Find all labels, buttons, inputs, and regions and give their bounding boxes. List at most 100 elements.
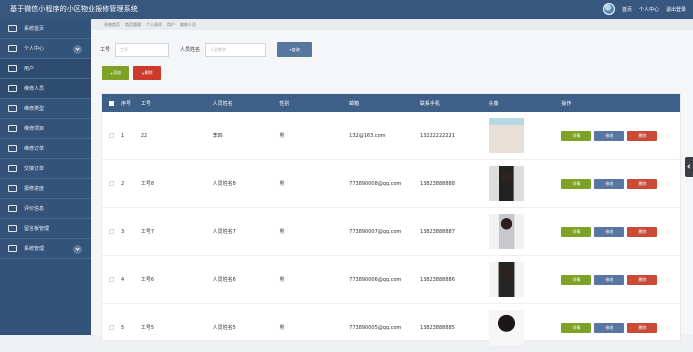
gender: 男 <box>279 133 285 139</box>
main-content: 系统首页 首页管理 个人选项 用户 维修人员 工号 工号 人员姓名 人员姓名 ⌕… <box>91 19 693 352</box>
settings-icon <box>8 245 17 252</box>
top-header: 基于微信小程序的小区物业报修管理系统 首页 个人中心 退出登录 <box>0 0 693 19</box>
staff-name: 人员姓名6 <box>212 277 236 283</box>
row-checkbox[interactable] <box>108 181 114 186</box>
chevron-down-icon <box>73 245 82 254</box>
sidebar-item-repair-staff[interactable]: 维修人员 <box>0 79 91 99</box>
sidebar-item-label: 个人中心 <box>24 46 45 52</box>
sidebar-item-home[interactable]: 系统首页 <box>0 19 91 39</box>
edit-button[interactable]: 修改 <box>594 226 625 237</box>
sidebar-item-system[interactable]: 系统管理 <box>0 239 91 259</box>
edit-button[interactable]: 修改 <box>594 274 625 285</box>
sidebar: 系统首页 个人中心 用户 维修人员 维修类型 维修项目 维修订单 交接订单 报修… <box>0 19 91 335</box>
select-all-checkbox[interactable] <box>108 100 114 106</box>
employee-id: 22 <box>140 132 148 139</box>
sidebar-item-label: 交接订单 <box>24 166 45 172</box>
row-checkbox[interactable] <box>108 133 114 138</box>
column-header: 联系手机 <box>419 100 440 107</box>
delete-row-button[interactable]: 删除 <box>627 274 658 285</box>
staff-name: 人员姓名5 <box>212 325 236 331</box>
project-icon <box>8 125 17 132</box>
phone: 13823888886 <box>419 276 455 283</box>
breadcrumb-item[interactable]: 个人选项 <box>146 22 162 28</box>
employee-id: 工号6 <box>140 277 155 283</box>
detail-button[interactable]: 详情 <box>561 178 592 189</box>
sidebar-item-label: 维修订单 <box>24 146 45 152</box>
sidebar-item-repair-order[interactable]: 维修订单 <box>0 139 91 159</box>
repair-person-icon <box>8 85 17 92</box>
query-button[interactable]: ⌕ 查询 <box>277 42 313 57</box>
order-icon <box>8 145 17 152</box>
home-link[interactable]: 首页 <box>622 6 632 13</box>
detail-button[interactable]: 详情 <box>561 322 592 333</box>
avatar-photo <box>488 214 524 249</box>
phone: 13222222221 <box>419 132 455 139</box>
staff-name: 人员姓名7 <box>212 229 236 235</box>
staff-name: 人员姓名8 <box>212 181 236 187</box>
detail-button[interactable]: 详情 <box>561 130 592 141</box>
row-checkbox[interactable] <box>108 325 114 330</box>
column-header: 序号 <box>120 100 131 107</box>
staff-name-label: 人员姓名 <box>180 47 201 53</box>
row-index: 4 <box>120 276 125 283</box>
delete-button[interactable]: × 删除 <box>133 66 161 80</box>
sidebar-item-repair-project[interactable]: 维修项目 <box>0 119 91 139</box>
avatar[interactable] <box>602 3 615 15</box>
sidebar-item-user[interactable]: 用户 <box>0 59 91 79</box>
handover-icon <box>8 165 17 172</box>
delete-row-button[interactable]: 删除 <box>627 130 658 141</box>
staff-name-input[interactable]: 人员姓名 <box>205 42 267 57</box>
row-index: 2 <box>120 180 125 187</box>
breadcrumb-item[interactable]: 用户 <box>167 22 175 28</box>
sidebar-item-handover-order[interactable]: 交接订单 <box>0 159 91 179</box>
delete-row-button[interactable]: 删除 <box>627 322 658 333</box>
logout-link[interactable]: 退出登录 <box>666 6 686 13</box>
table-row: 2 工号8 人员姓名8 男 773890008@qq.com 138238888… <box>102 160 680 208</box>
collapse-handle[interactable] <box>685 157 693 177</box>
table-row: 5 工号5 人员姓名5 男 773890005@qq.com 138238888… <box>102 304 680 352</box>
gender: 男 <box>279 229 285 235</box>
employee-id-input[interactable]: 工号 <box>115 42 170 57</box>
detail-button[interactable]: 详情 <box>561 274 592 285</box>
breadcrumb-item[interactable]: 首页管理 <box>125 22 141 28</box>
table-header: 序号 工号 人员姓名 性别 邮箱 联系手机 头像 操作 <box>102 94 680 112</box>
edit-button[interactable]: 修改 <box>594 322 625 333</box>
users-icon <box>8 65 17 72</box>
email: 773890008@qq.com <box>349 180 402 187</box>
sidebar-item-message-board[interactable]: 留言板管理 <box>0 219 91 239</box>
delete-row-button[interactable]: 删除 <box>627 226 658 237</box>
breadcrumb-item[interactable]: 维修人员 <box>180 22 196 28</box>
toolbar: + 添加 × 删除 <box>102 66 161 80</box>
search-bar: 工号 工号 人员姓名 人员姓名 ⌕ 查询 <box>100 42 313 57</box>
sidebar-item-label: 系统首页 <box>24 26 45 32</box>
profile-link[interactable]: 个人中心 <box>639 6 659 13</box>
progress-icon <box>8 185 17 192</box>
table-row: 4 工号6 人员姓名6 男 773890006@qq.com 138238888… <box>102 256 680 304</box>
edit-button[interactable]: 修改 <box>594 178 625 189</box>
row-checkbox[interactable] <box>108 277 114 282</box>
sidebar-item-profile[interactable]: 个人中心 <box>0 39 91 59</box>
category-icon <box>8 105 17 112</box>
add-button[interactable]: + 添加 <box>102 66 129 80</box>
user-icon <box>8 45 17 52</box>
column-header: 操作 <box>561 100 572 107</box>
staff-name: 李四 <box>212 133 223 139</box>
row-index: 5 <box>120 324 125 331</box>
app-title: 基于微信小程序的小区物业报修管理系统 <box>10 5 138 13</box>
sidebar-item-progress[interactable]: 报修进度 <box>0 179 91 199</box>
row-index: 1 <box>120 132 125 139</box>
column-header: 人员姓名 <box>212 100 233 107</box>
breadcrumb-item[interactable]: 系统首页 <box>104 22 120 28</box>
column-header: 工号 <box>140 100 151 107</box>
avatar-photo <box>488 166 524 201</box>
edit-button[interactable]: 修改 <box>594 130 625 141</box>
sidebar-item-review[interactable]: 评价信息 <box>0 199 91 219</box>
sidebar-item-label: 报修进度 <box>24 186 45 192</box>
sidebar-item-label: 维修人员 <box>24 86 45 92</box>
avatar-photo <box>488 310 524 345</box>
sidebar-item-repair-type[interactable]: 维修类型 <box>0 99 91 119</box>
home-icon <box>8 25 17 32</box>
delete-row-button[interactable]: 删除 <box>627 178 658 189</box>
row-checkbox[interactable] <box>108 229 114 234</box>
detail-button[interactable]: 详情 <box>561 226 592 237</box>
